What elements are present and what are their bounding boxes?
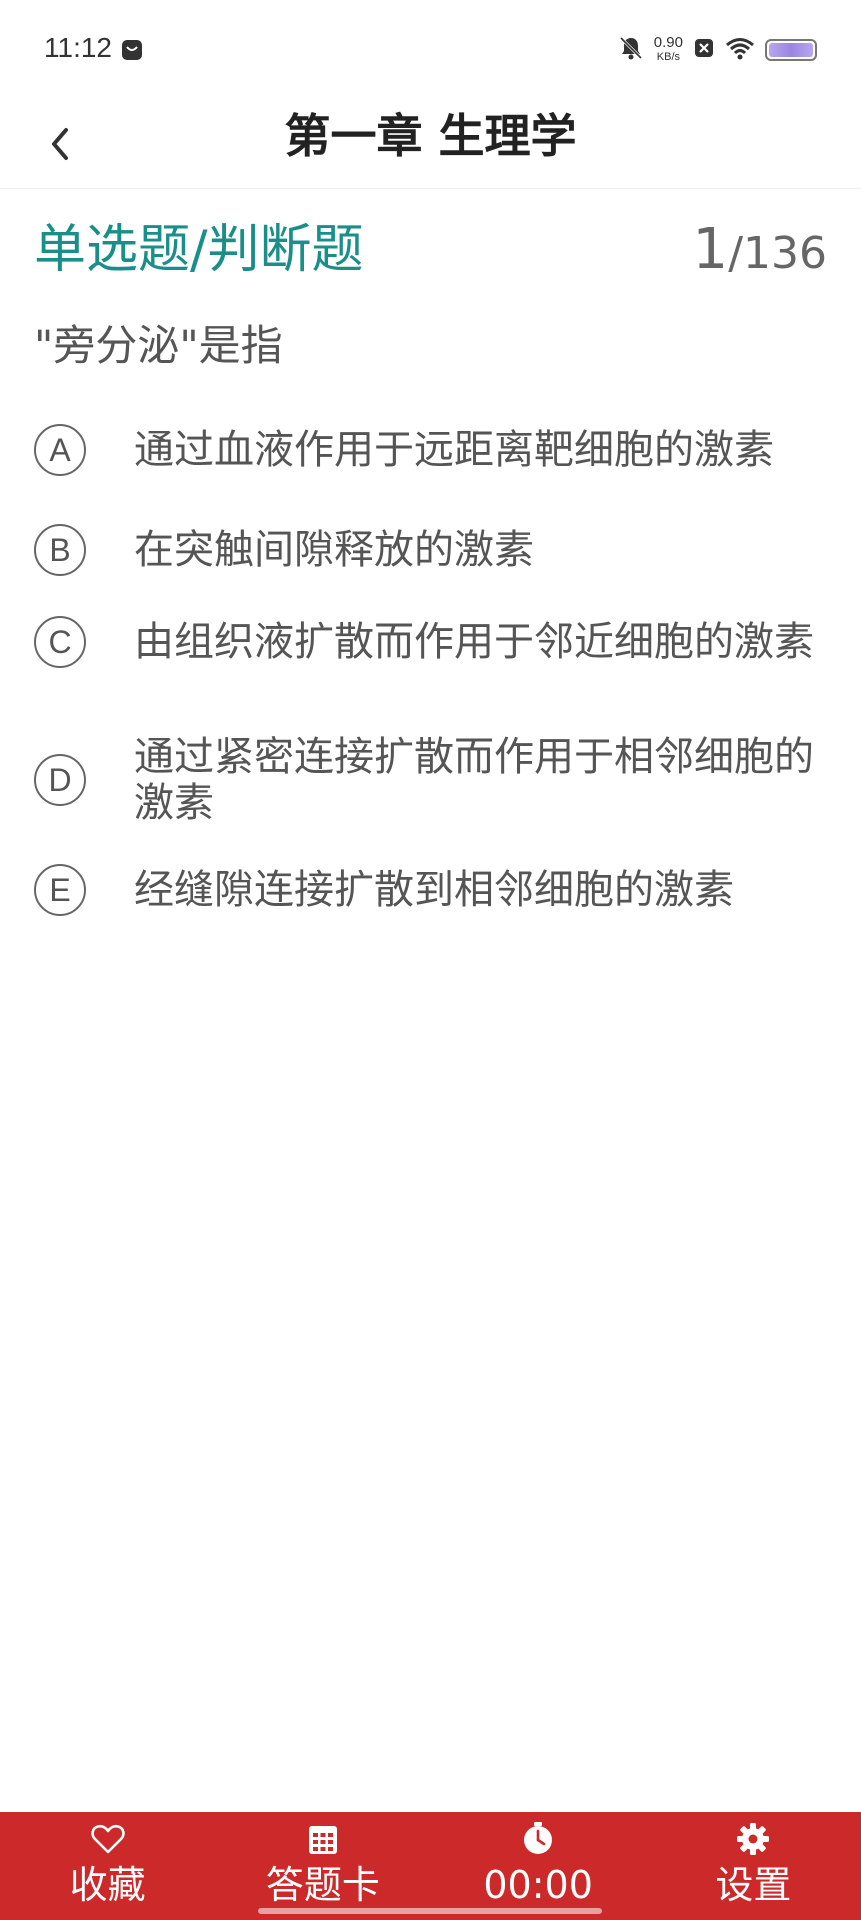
- header: 第一章 生理学: [0, 100, 861, 189]
- bottom-toolbar: 收藏 答题卡 00:00 设置: [0, 1812, 861, 1920]
- option-letter-d: D: [34, 754, 86, 806]
- question-total: 136: [743, 228, 827, 279]
- favorite-label: 收藏: [69, 1863, 146, 1907]
- mute-bell-icon: [618, 35, 644, 65]
- heart-icon: [90, 1822, 125, 1856]
- option-b[interactable]: B 在突触间隙释放的激素: [34, 524, 827, 576]
- settings-label: 设置: [715, 1863, 792, 1907]
- wifi-icon: [725, 36, 755, 64]
- option-c[interactable]: C 由组织液扩散而作用于邻近细胞的激素: [34, 616, 827, 668]
- question-type-label: 单选题/判断题: [34, 220, 364, 280]
- option-letter-e: E: [34, 864, 86, 916]
- status-right: 0.90 KB/s: [618, 32, 817, 68]
- option-text-a: 通过血液作用于远距离靶细胞的激素: [134, 427, 774, 473]
- option-text-d: 通过紧密连接扩散而作用于相邻细胞的激素: [134, 734, 814, 826]
- question-progress: 1/136: [693, 215, 827, 298]
- answer-card-label: 答题卡: [265, 1863, 380, 1907]
- notification-icon: [120, 38, 144, 62]
- net-speed-value: 0.90: [653, 34, 683, 51]
- question-separator: /: [728, 228, 744, 279]
- battery-fill: [769, 43, 813, 57]
- net-speed: 0.90 KB/s: [653, 34, 683, 64]
- question-current: 1: [692, 217, 729, 282]
- grid-calendar-icon: [306, 1822, 340, 1856]
- option-a[interactable]: A 通过血液作用于远距离靶细胞的激素: [34, 424, 827, 476]
- settings-tab[interactable]: 设置: [646, 1812, 861, 1920]
- sim-blocked-icon: [693, 37, 715, 63]
- screen: 11:12 0.90 KB/s 第一章 生理学 单选题/判断题 1/136 "旁…: [0, 0, 861, 1920]
- option-text-e: 经缝隙连接扩散到相邻细胞的激素: [134, 867, 734, 913]
- option-letter-c: C: [34, 616, 86, 668]
- question-stem: "旁分泌"是指: [34, 321, 283, 370]
- timer-tab[interactable]: 00:00: [431, 1812, 646, 1920]
- net-speed-unit: KB/s: [656, 51, 681, 63]
- battery-icon: [765, 39, 817, 61]
- home-indicator[interactable]: [258, 1908, 602, 1914]
- timer-value: 00:00: [483, 1863, 593, 1907]
- answer-card-tab[interactable]: 答题卡: [215, 1812, 430, 1920]
- option-letter-a: A: [34, 424, 86, 476]
- clock-icon: [521, 1822, 555, 1856]
- option-letter-b: B: [34, 524, 86, 576]
- page-title: 第一章 生理学: [284, 109, 577, 163]
- favorite-tab[interactable]: 收藏: [0, 1812, 215, 1920]
- option-text-c: 由组织液扩散而作用于邻近细胞的激素: [134, 619, 814, 665]
- status-bar: 11:12 0.90 KB/s: [0, 0, 861, 100]
- option-text-b: 在突触间隙释放的激素: [134, 527, 534, 573]
- option-d[interactable]: D 通过紧密连接扩散而作用于相邻细胞的激素: [34, 734, 827, 826]
- option-e[interactable]: E 经缝隙连接扩散到相邻细胞的激素: [34, 864, 827, 916]
- status-time: 11:12: [44, 32, 112, 63]
- gear-icon: [736, 1822, 770, 1856]
